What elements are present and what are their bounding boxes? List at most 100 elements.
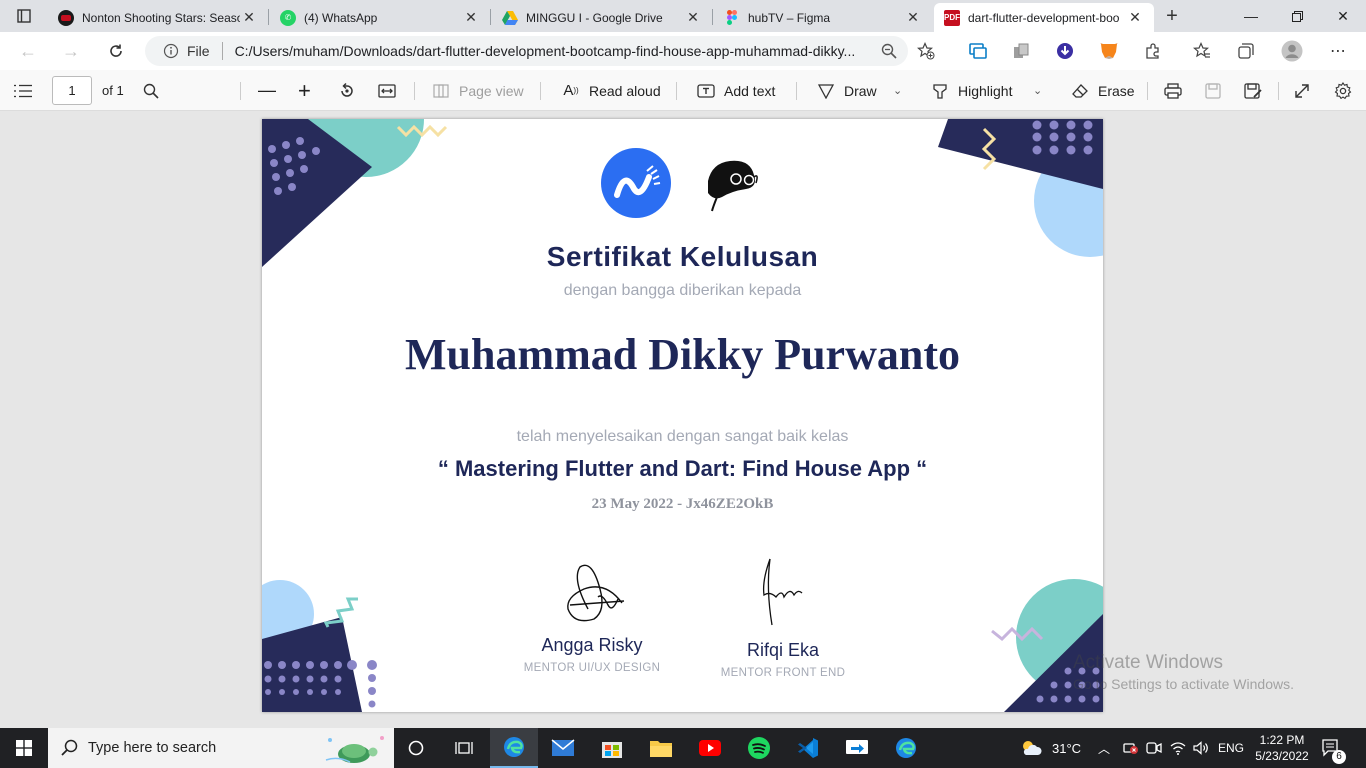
close-tab-icon[interactable]: ✕ bbox=[684, 9, 702, 26]
pdf-icon: PDF bbox=[944, 9, 960, 26]
expand-icon bbox=[1295, 83, 1309, 98]
mail-taskbar-button[interactable] bbox=[539, 728, 587, 768]
close-tab-icon[interactable]: ✕ bbox=[462, 9, 480, 26]
draw-options-chevron-down-icon[interactable]: ⌄ bbox=[893, 70, 902, 111]
notification-center-button[interactable]: 6 bbox=[1322, 728, 1346, 768]
back-button[interactable]: ← bbox=[14, 38, 42, 64]
tab-pdf-active[interactable]: PDF dart-flutter-development-boo ✕ bbox=[934, 3, 1154, 32]
draw-button[interactable]: Draw bbox=[816, 70, 877, 111]
url-text[interactable]: C:/Users/muham/Downloads/dart-flutter-de… bbox=[235, 43, 875, 59]
wifi-icon[interactable] bbox=[1170, 728, 1186, 768]
signatory-name: Angga Risky bbox=[541, 635, 643, 655]
toolbar-divider bbox=[1278, 82, 1279, 100]
rotate-button[interactable] bbox=[338, 70, 356, 111]
page-view-icon bbox=[431, 81, 451, 101]
print-icon bbox=[1164, 82, 1182, 99]
add-text-button[interactable]: Add text bbox=[696, 70, 775, 111]
zoom-out-button[interactable]: — bbox=[258, 70, 276, 111]
collections-icon[interactable] bbox=[1235, 40, 1257, 62]
page-view-button[interactable]: Page view bbox=[431, 70, 524, 111]
save-button[interactable] bbox=[1205, 70, 1221, 111]
pdf-viewport[interactable]: Sertifikat Kelulusan dengan bangga diber… bbox=[0, 111, 1366, 728]
add-favorite-icon[interactable] bbox=[915, 40, 937, 62]
page-number-input[interactable]: 1 bbox=[52, 76, 92, 105]
folder-icon bbox=[650, 741, 672, 757]
certificate-decoration bbox=[262, 119, 1103, 712]
notification-count-badge: 6 bbox=[1332, 750, 1346, 764]
toolbar-divider bbox=[240, 82, 241, 100]
table-of-contents-button[interactable] bbox=[14, 70, 34, 111]
omnibox-divider bbox=[221, 42, 223, 60]
settings-menu-icon[interactable]: ⋯ bbox=[1327, 40, 1349, 62]
youtube-taskbar-button[interactable] bbox=[686, 728, 734, 768]
cortana-button[interactable] bbox=[392, 728, 440, 768]
zoom-in-button[interactable]: + bbox=[298, 70, 311, 111]
save-as-button[interactable] bbox=[1244, 70, 1262, 111]
favorites-icon[interactable] bbox=[1191, 40, 1213, 62]
weather-widget[interactable]: 31°C bbox=[1020, 728, 1081, 768]
close-tab-icon[interactable]: ✕ bbox=[1126, 9, 1144, 26]
tab-figma[interactable]: hubTV – Figma ✕ bbox=[714, 3, 932, 32]
taskbar-search-box[interactable]: Type here to search bbox=[48, 728, 394, 768]
recipient-name: Muhammad Dikky Purwanto bbox=[405, 330, 960, 379]
highlight-button[interactable]: Highlight bbox=[930, 70, 1012, 111]
store-icon bbox=[602, 742, 622, 758]
certificate-date-id: 23 May 2022 - Jx46ZE2OkB bbox=[591, 496, 774, 512]
edge-taskbar-button[interactable] bbox=[490, 728, 538, 768]
remote-desktop-taskbar-button[interactable] bbox=[833, 728, 881, 768]
highlight-options-chevron-down-icon[interactable]: ⌄ bbox=[1033, 70, 1042, 111]
print-button[interactable] bbox=[1164, 70, 1182, 111]
erase-button[interactable]: Erase bbox=[1070, 70, 1135, 111]
minimize-button[interactable]: — bbox=[1228, 0, 1274, 32]
close-tab-icon[interactable]: ✕ bbox=[240, 9, 258, 26]
read-aloud-button[interactable]: A)) Read aloud bbox=[561, 70, 660, 111]
tab-divider bbox=[268, 9, 269, 25]
page-view-label: Page view bbox=[459, 82, 524, 99]
meet-now-icon[interactable] bbox=[1146, 728, 1162, 768]
extension-screen-icon[interactable] bbox=[967, 40, 989, 62]
tab-actions-button[interactable] bbox=[8, 5, 40, 27]
pdf-settings-button[interactable] bbox=[1334, 70, 1352, 111]
file-scheme-label: File bbox=[187, 43, 210, 59]
close-tab-icon[interactable]: ✕ bbox=[904, 9, 922, 26]
profile-avatar[interactable] bbox=[1281, 40, 1303, 62]
volume-icon[interactable] bbox=[1193, 728, 1209, 768]
tab-google-drive[interactable]: MINGGU I - Google Drive ✕ bbox=[492, 3, 712, 32]
extension-copy-icon[interactable] bbox=[1010, 40, 1032, 62]
highlight-label: Highlight bbox=[958, 82, 1013, 99]
new-tab-button[interactable]: + bbox=[1160, 4, 1184, 28]
task-view-icon bbox=[455, 742, 473, 754]
spotify-taskbar-button[interactable] bbox=[735, 728, 783, 768]
system-clock[interactable]: 1:22 PM 5/23/2022 bbox=[1245, 732, 1319, 764]
download-icon[interactable] bbox=[1054, 40, 1076, 62]
refresh-button[interactable] bbox=[102, 38, 130, 64]
omnibox[interactable]: File C:/Users/muham/Downloads/dart-flutt… bbox=[145, 36, 908, 66]
zoom-icon[interactable] bbox=[880, 42, 898, 60]
restore-button[interactable] bbox=[1274, 0, 1320, 32]
close-window-button[interactable]: ✕ bbox=[1320, 0, 1366, 32]
edge-dev-taskbar-button[interactable] bbox=[882, 728, 930, 768]
explorer-taskbar-button[interactable] bbox=[637, 728, 685, 768]
restore-icon bbox=[1291, 10, 1303, 22]
store-taskbar-button[interactable] bbox=[588, 728, 636, 768]
edge-icon bbox=[896, 738, 916, 758]
fit-width-button[interactable] bbox=[378, 70, 396, 111]
rotate-icon bbox=[341, 82, 353, 97]
certificate-title: Sertifikat Kelulusan bbox=[546, 241, 819, 272]
vscode-taskbar-button[interactable] bbox=[784, 728, 832, 768]
start-button[interactable] bbox=[0, 728, 48, 768]
task-view-button[interactable] bbox=[440, 728, 488, 768]
show-hidden-icons-chevron-up-icon[interactable]: ︿ bbox=[1098, 728, 1110, 768]
clock-time: 1:22 PM bbox=[1259, 733, 1305, 747]
extensions-icon[interactable] bbox=[1142, 40, 1164, 62]
tab-divider bbox=[712, 9, 713, 25]
tab-shooting-stars[interactable]: Nonton Shooting Stars: Season ✕ bbox=[48, 3, 268, 32]
tab-whatsapp[interactable]: ✆ (4) WhatsApp ✕ bbox=[270, 3, 490, 32]
info-icon[interactable] bbox=[161, 41, 181, 61]
forward-button[interactable]: → bbox=[57, 38, 85, 64]
input-language[interactable]: ENG bbox=[1218, 728, 1244, 768]
network-status-icon[interactable] bbox=[1122, 728, 1140, 768]
fullscreen-button[interactable] bbox=[1294, 70, 1310, 111]
metamask-icon[interactable] bbox=[1098, 40, 1120, 62]
find-button[interactable] bbox=[143, 70, 159, 111]
